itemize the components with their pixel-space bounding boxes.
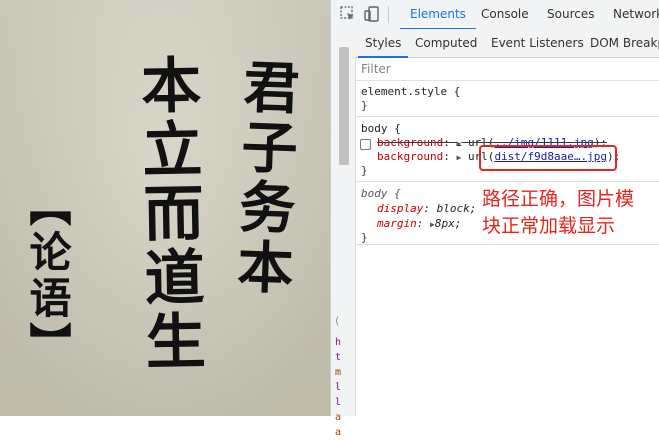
dom-char: a xyxy=(335,412,342,423)
tab-network[interactable]: Network xyxy=(613,0,659,29)
property-checkbox[interactable] xyxy=(360,139,371,150)
rule-close-brace: } xyxy=(361,164,368,177)
rule-selector: body { xyxy=(361,122,401,135)
dom-char: m xyxy=(335,367,342,378)
tab-event-listeners[interactable]: Event Listeners xyxy=(491,29,584,57)
styles-pane: element.style { } body { background: ▶ u… xyxy=(355,80,659,416)
property-value: block; xyxy=(436,202,477,215)
calligraphy-attribution: 【论语】 xyxy=(23,184,72,368)
rule-close-brace: } xyxy=(361,99,368,112)
display-declaration[interactable]: display: block; xyxy=(377,202,476,216)
calligraphy-column-2: 本立而道生 xyxy=(130,53,206,375)
expand-triangle-icon[interactable]: ▶ xyxy=(456,153,461,162)
annotation-line-1: 路径正确，图片模 xyxy=(482,188,635,210)
tab-elements[interactable]: Elements xyxy=(400,0,476,30)
rule-selector: body { xyxy=(361,187,401,200)
tab-computed[interactable]: Computed xyxy=(415,29,477,57)
tab-styles[interactable]: Styles xyxy=(357,29,409,58)
property-value: 8px; xyxy=(434,217,462,230)
page-preview: 君子务本 本立而道生 【论语】 xyxy=(0,0,330,416)
dom-char: h xyxy=(335,337,342,348)
tab-dom-breakpoints[interactable]: DOM Breakpo xyxy=(590,29,659,57)
scrollbar-thumb[interactable] xyxy=(339,47,349,165)
dom-char: l xyxy=(335,397,342,408)
property-name: margin xyxy=(377,217,417,230)
dom-char: t xyxy=(335,352,342,363)
property-name: display xyxy=(377,202,424,215)
highlight-box xyxy=(479,145,617,171)
annotation-text: 路径正确，图片模 块正常加载显示 xyxy=(482,186,658,240)
margin-declaration[interactable]: margin: ▶8px; xyxy=(377,217,461,232)
elements-tree-gutter: ⟨ h t m l l a a xyxy=(331,29,356,438)
device-toolbar-icon[interactable] xyxy=(363,5,381,23)
tab-console[interactable]: Console xyxy=(481,0,529,29)
rule-close-brace: } xyxy=(361,231,368,244)
rule-element-style[interactable]: element.style { } xyxy=(355,80,659,117)
annotation-line-2: 块正常加载显示 xyxy=(482,215,616,237)
chevron-left-icon: ⟨ xyxy=(335,316,339,327)
tab-sources[interactable]: Sources xyxy=(547,0,594,29)
inspect-element-icon[interactable] xyxy=(339,5,357,23)
styles-subtabs: Styles Computed Event Listeners DOM Brea… xyxy=(355,29,659,58)
toolbar-divider xyxy=(388,6,389,23)
filter-bar xyxy=(355,58,659,81)
calligraphy-column-1: 君子务本 xyxy=(226,56,302,300)
styles-filter-input[interactable] xyxy=(361,61,641,77)
dom-tree-snippet: h t m l l a a xyxy=(335,335,347,440)
expand-triangle-icon[interactable]: ▶ xyxy=(456,139,461,148)
devtools-toolbar: Elements Console Sources Network xyxy=(331,0,659,30)
rule-selector: element.style { xyxy=(361,85,461,98)
property-name: background xyxy=(377,136,444,149)
dom-char: a xyxy=(335,427,342,438)
property-name: background xyxy=(377,150,444,163)
dom-char: l xyxy=(335,382,342,393)
